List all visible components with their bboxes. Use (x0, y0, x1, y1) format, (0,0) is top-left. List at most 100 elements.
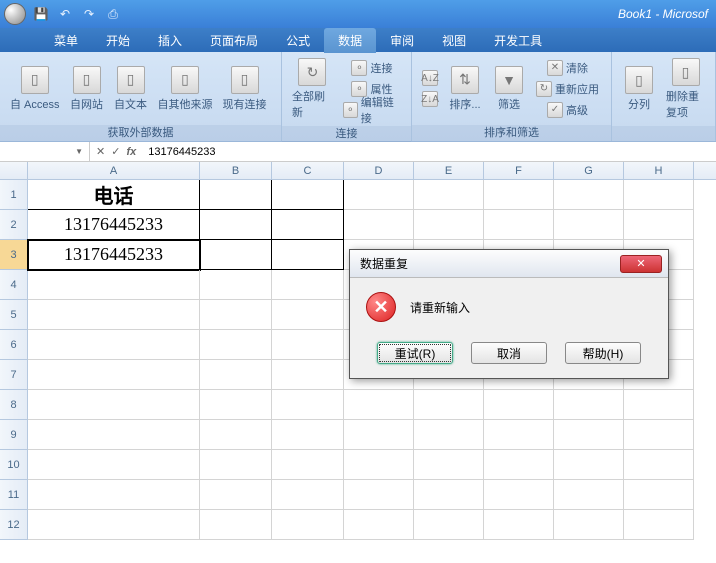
cell-H9[interactable] (624, 420, 694, 450)
tab-home[interactable]: 开始 (92, 28, 144, 53)
filter-button[interactable]: ▼筛选 (488, 64, 530, 114)
save-icon[interactable]: 💾 (32, 5, 50, 23)
cell-A5[interactable] (28, 300, 200, 330)
cell-F10[interactable] (484, 450, 554, 480)
advanced-button[interactable]: ✓高级 (532, 100, 603, 120)
row-header-8[interactable]: 8 (0, 390, 28, 420)
cell-G11[interactable] (554, 480, 624, 510)
cell-F12[interactable] (484, 510, 554, 540)
cell-H10[interactable] (624, 450, 694, 480)
cell-G12[interactable] (554, 510, 624, 540)
clear-button[interactable]: ✕清除 (532, 58, 603, 78)
sort-asc-button[interactable]: A↓Z (418, 68, 442, 88)
cell-D11[interactable] (344, 480, 414, 510)
tab-developer[interactable]: 开发工具 (480, 28, 556, 53)
row-header-7[interactable]: 7 (0, 360, 28, 390)
cell-G10[interactable] (554, 450, 624, 480)
cell-C2[interactable] (272, 210, 344, 240)
row-header-1[interactable]: 1 (0, 180, 28, 210)
formula-input[interactable] (142, 142, 716, 161)
cell-C10[interactable] (272, 450, 344, 480)
reapply-button[interactable]: ↻重新应用 (532, 79, 603, 99)
cell-F9[interactable] (484, 420, 554, 450)
from-web-button[interactable]: ▯自网站 (66, 64, 108, 114)
tab-view[interactable]: 视图 (428, 28, 480, 53)
dialog-titlebar[interactable]: 数据重复 ✕ (350, 250, 668, 278)
cell-H11[interactable] (624, 480, 694, 510)
close-button[interactable]: ✕ (620, 255, 662, 273)
cell-G1[interactable] (554, 180, 624, 210)
tab-insert[interactable]: 插入 (144, 28, 196, 53)
cell-H1[interactable] (624, 180, 694, 210)
dropdown-icon[interactable]: ▼ (75, 147, 83, 156)
cell-A6[interactable] (28, 330, 200, 360)
from-access-button[interactable]: ▯自 Access (6, 64, 64, 114)
existing-connections-button[interactable]: ▯现有连接 (219, 64, 271, 114)
name-box[interactable]: ▼ (0, 142, 90, 161)
cell-F8[interactable] (484, 390, 554, 420)
cell-B5[interactable] (200, 300, 272, 330)
refresh-all-button[interactable]: ↻全部刷新 (288, 56, 337, 122)
cell-D12[interactable] (344, 510, 414, 540)
cell-B12[interactable] (200, 510, 272, 540)
cell-C12[interactable] (272, 510, 344, 540)
help-button[interactable]: 帮助(H) (565, 342, 641, 364)
cell-H2[interactable] (624, 210, 694, 240)
cell-B10[interactable] (200, 450, 272, 480)
cell-G8[interactable] (554, 390, 624, 420)
cell-F11[interactable] (484, 480, 554, 510)
office-button[interactable] (4, 3, 26, 25)
cell-C7[interactable] (272, 360, 344, 390)
cell-F2[interactable] (484, 210, 554, 240)
cell-E8[interactable] (414, 390, 484, 420)
col-header-C[interactable]: C (272, 162, 344, 179)
col-header-F[interactable]: F (484, 162, 554, 179)
cell-F1[interactable] (484, 180, 554, 210)
from-text-button[interactable]: ▯自文本 (110, 64, 152, 114)
cell-G9[interactable] (554, 420, 624, 450)
row-header-2[interactable]: 2 (0, 210, 28, 240)
cell-D1[interactable] (344, 180, 414, 210)
text-to-columns-button[interactable]: ▯分列 (618, 64, 660, 114)
cell-A9[interactable] (28, 420, 200, 450)
enter-icon[interactable]: ✓ (111, 145, 120, 158)
undo-icon[interactable]: ↶ (56, 5, 74, 23)
row-header-4[interactable]: 4 (0, 270, 28, 300)
col-header-D[interactable]: D (344, 162, 414, 179)
tab-page-layout[interactable]: 页面布局 (196, 28, 272, 53)
cell-G2[interactable] (554, 210, 624, 240)
cell-B8[interactable] (200, 390, 272, 420)
cell-B9[interactable] (200, 420, 272, 450)
remove-duplicates-button[interactable]: ▯删除重复项 (662, 56, 709, 122)
cell-C1[interactable] (272, 180, 344, 210)
cell-B6[interactable] (200, 330, 272, 360)
cell-E9[interactable] (414, 420, 484, 450)
cell-H8[interactable] (624, 390, 694, 420)
select-all-corner[interactable] (0, 162, 28, 179)
cell-B1[interactable] (200, 180, 272, 210)
cell-E1[interactable] (414, 180, 484, 210)
cell-A3[interactable]: 13176445233 (28, 240, 200, 270)
row-header-5[interactable]: 5 (0, 300, 28, 330)
print-icon[interactable]: ⎙ (104, 5, 122, 23)
edit-links-button[interactable]: ⚬编辑链接 (339, 100, 405, 120)
sort-desc-button[interactable]: Z↓A (418, 89, 442, 109)
cell-A8[interactable] (28, 390, 200, 420)
cell-A1[interactable]: 电话 (28, 180, 200, 210)
col-header-H[interactable]: H (624, 162, 694, 179)
cell-E12[interactable] (414, 510, 484, 540)
from-other-button[interactable]: ▯自其他来源 (154, 64, 217, 114)
tab-formulas[interactable]: 公式 (272, 28, 324, 53)
row-header-6[interactable]: 6 (0, 330, 28, 360)
cell-D2[interactable] (344, 210, 414, 240)
cell-B2[interactable] (200, 210, 272, 240)
cell-B4[interactable] (200, 270, 272, 300)
tab-menu[interactable]: 菜单 (40, 28, 92, 53)
cell-B7[interactable] (200, 360, 272, 390)
cell-D10[interactable] (344, 450, 414, 480)
cell-A2[interactable]: 13176445233 (28, 210, 200, 240)
row-header-10[interactable]: 10 (0, 450, 28, 480)
row-header-12[interactable]: 12 (0, 510, 28, 540)
cell-C11[interactable] (272, 480, 344, 510)
row-header-3[interactable]: 3 (0, 240, 28, 270)
